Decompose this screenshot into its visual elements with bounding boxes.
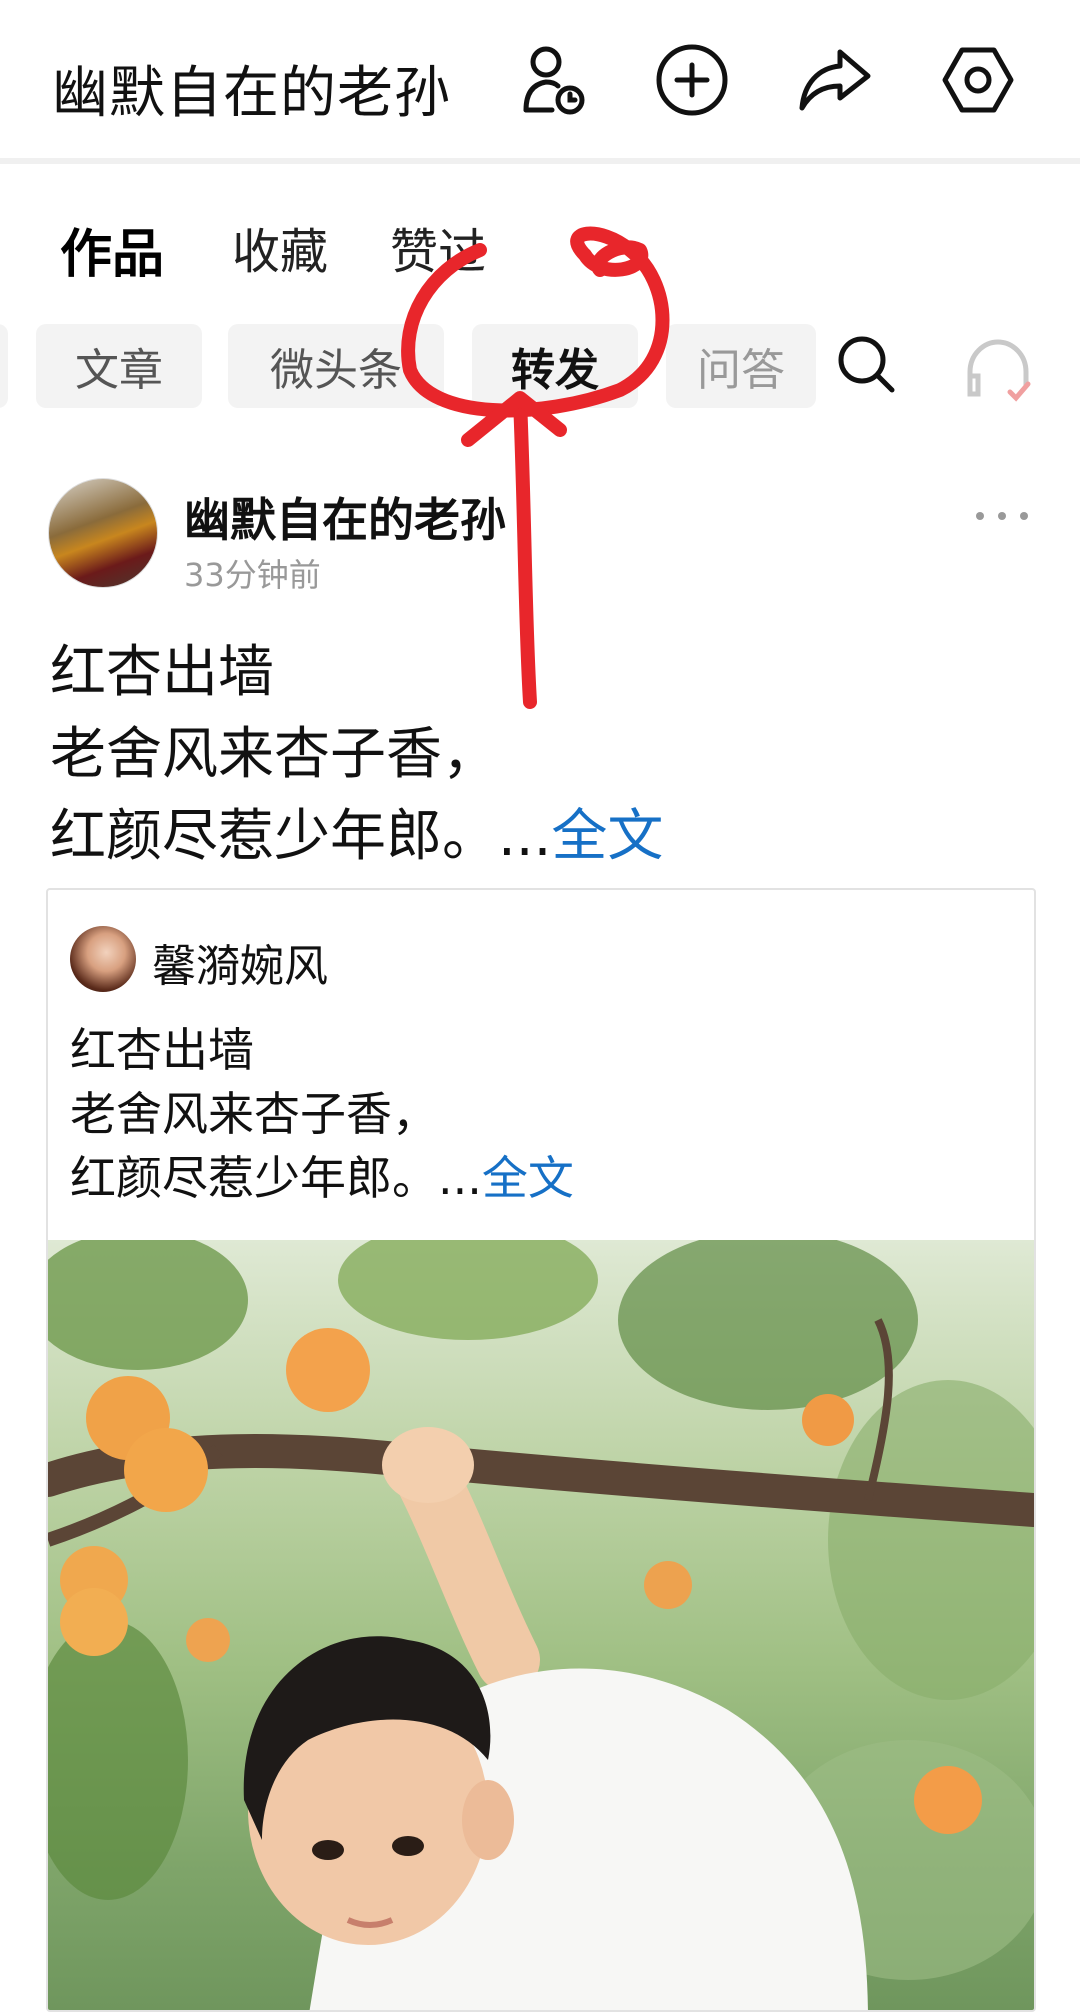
repost-line-last: 红颜尽惹少年郎。...全文 <box>70 1146 1010 1210</box>
settings-hex-icon[interactable] <box>938 40 1018 120</box>
post-line: 老舍风来杏子香， <box>50 722 498 787</box>
profile-title: 幽默自在的老孙 <box>52 61 451 126</box>
filter-micro-posts[interactable]: 微头条 <box>228 324 444 408</box>
post-line-text: 红颜尽惹少年郎。... <box>50 804 552 869</box>
filter-reposts[interactable]: 转发 <box>472 324 638 408</box>
post-time: 33分钟前 <box>184 556 321 594</box>
content-filter-row: 文章 微头条 转发 问答 <box>0 324 1080 408</box>
tab-favorites[interactable]: 收藏 <box>232 212 328 282</box>
repost-card[interactable]: 馨漪婉风 红杏出墙 老舍风来杏子香， 红颜尽惹少年郎。...全文 <box>46 888 1036 2012</box>
share-icon[interactable] <box>794 40 874 120</box>
repost-text[interactable]: 红杏出墙 老舍风来杏子香， 红颜尽惹少年郎。...全文 <box>70 1018 1010 1210</box>
tab-works[interactable]: 作品 <box>60 212 164 287</box>
post-line: 红杏出墙 <box>50 640 274 705</box>
post-text[interactable]: 红杏出墙 老舍风来杏子香， 红颜尽惹少年郎。...全文 <box>50 632 1030 878</box>
avatar[interactable] <box>48 478 158 588</box>
post-photo[interactable] <box>48 1240 1034 2010</box>
more-options-icon[interactable] <box>972 506 1032 526</box>
full-text-link[interactable]: 全文 <box>551 804 663 869</box>
post-author[interactable]: 幽默自在的老孙 <box>184 484 506 550</box>
search-icon[interactable] <box>832 330 902 400</box>
profile-tabs: 作品 收藏 赞过 <box>0 212 1080 292</box>
repost-line: 老舍风来杏子香， <box>70 1087 438 1141</box>
repost-author[interactable]: 馨漪婉风 <box>152 930 328 994</box>
tab-liked[interactable]: 赞过 <box>390 212 486 282</box>
post-line-last: 红颜尽惹少年郎。...全文 <box>50 796 1030 878</box>
repost-full-text-link[interactable]: 全文 <box>482 1151 574 1205</box>
chip-edge <box>0 324 8 408</box>
headphone-icon[interactable] <box>958 330 1038 410</box>
top-bar: 幽默自在的老孙 <box>0 0 1080 164</box>
repost-avatar[interactable] <box>70 926 136 992</box>
repost-line-text: 红颜尽惹少年郎。... <box>70 1151 482 1205</box>
filter-articles[interactable]: 文章 <box>36 324 202 408</box>
repost-line: 红杏出墙 <box>70 1023 254 1077</box>
user-clock-icon[interactable] <box>512 40 592 120</box>
add-circle-icon[interactable] <box>652 40 732 120</box>
post-header: 幽默自在的老孙 33分钟前 <box>48 478 1032 594</box>
filter-qa[interactable]: 问答 <box>666 324 816 408</box>
